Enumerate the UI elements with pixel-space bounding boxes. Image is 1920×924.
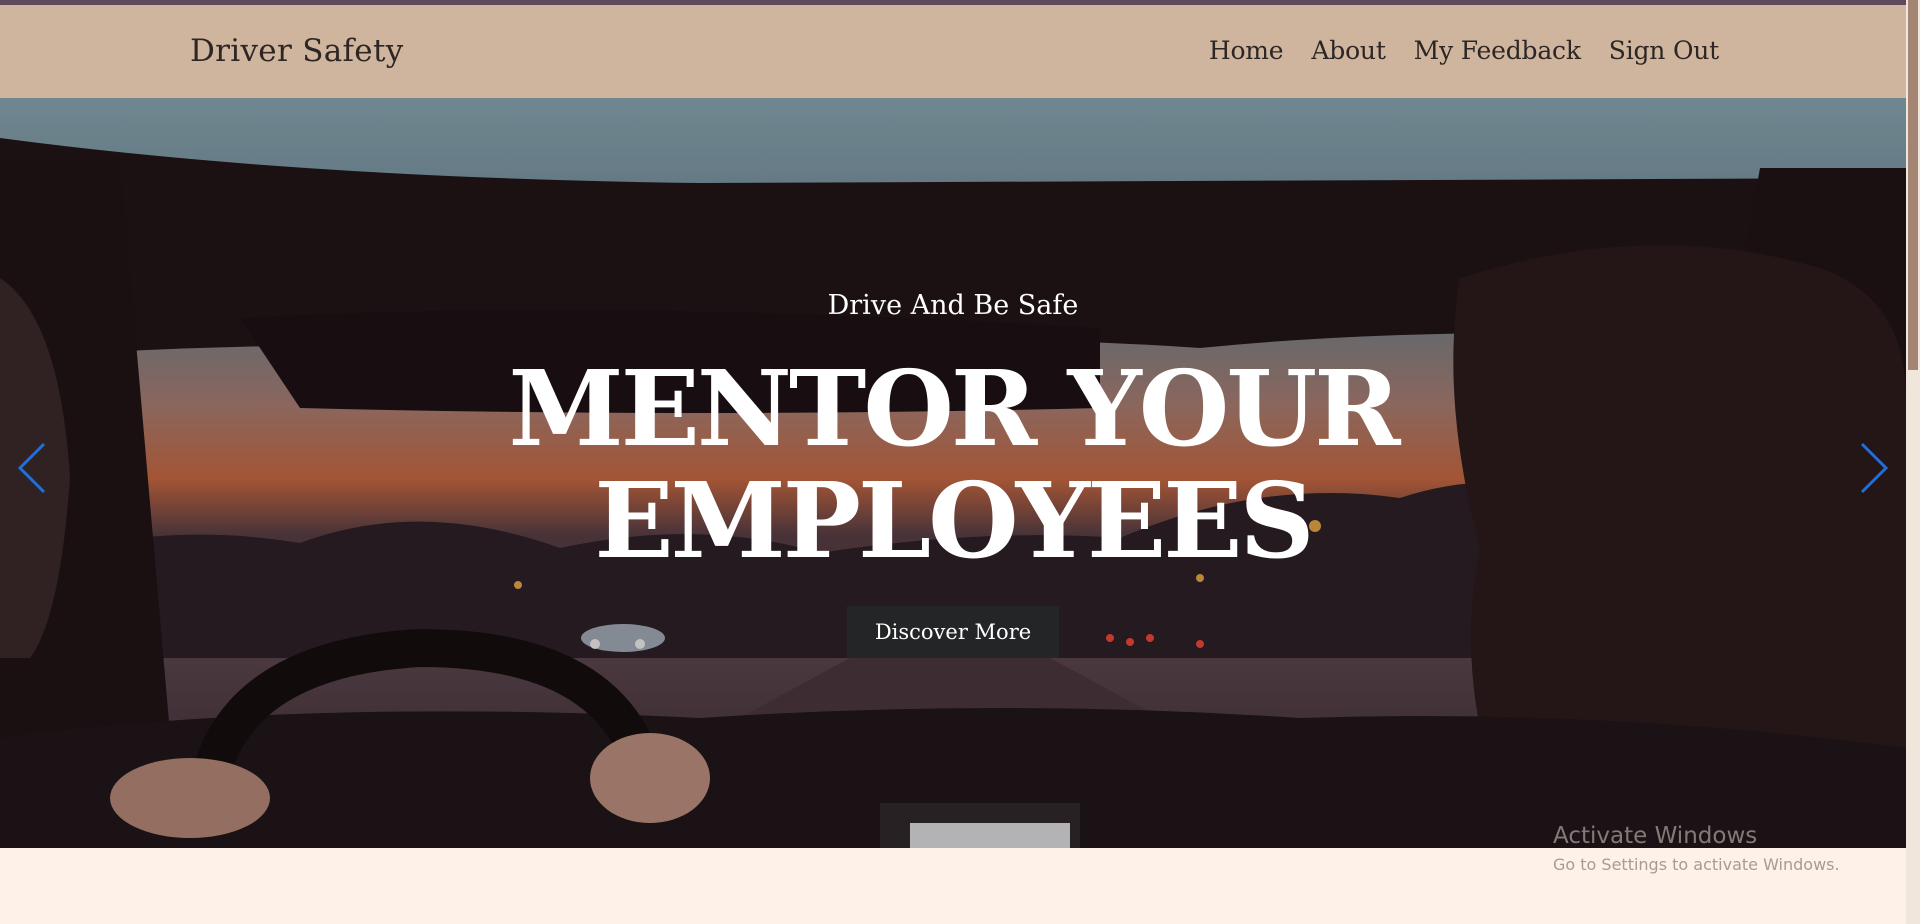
page-scrollbar[interactable] (1906, 0, 1920, 924)
activate-windows-watermark: Activate Windows Go to Settings to activ… (1553, 823, 1840, 874)
chevron-left-icon (17, 442, 46, 494)
hero-title-line2: EMPLOYEES (594, 459, 1314, 582)
scrollbar-thumb[interactable] (1908, 0, 1918, 370)
watermark-title: Activate Windows (1553, 823, 1758, 849)
nav-sign-out[interactable]: Sign Out (1609, 36, 1719, 65)
watermark-subtitle: Go to Settings to activate Windows. (1553, 855, 1840, 874)
nav-home[interactable]: Home (1209, 36, 1284, 65)
brand-logo[interactable]: Driver Safety (190, 33, 404, 69)
hero-subtitle: Drive And Be Safe (827, 290, 1079, 321)
hero-title-line1: MENTOR YOUR (508, 347, 1400, 470)
hero-carousel: Drive And Be Safe MENTOR YOUR EMPLOYEES … (0, 98, 1906, 848)
carousel-prev-button[interactable] (8, 438, 58, 498)
main-nav: Home About My Feedback Sign Out (1209, 36, 1719, 65)
chevron-right-icon (1860, 442, 1889, 494)
carousel-next-button[interactable] (1848, 438, 1898, 498)
hero-title: MENTOR YOUR EMPLOYEES (0, 353, 1906, 577)
nav-about[interactable]: About (1311, 36, 1385, 65)
nav-my-feedback[interactable]: My Feedback (1414, 36, 1581, 65)
discover-more-button[interactable]: Discover More (847, 606, 1059, 658)
navbar: Driver Safety Home About My Feedback Sig… (0, 5, 1906, 98)
